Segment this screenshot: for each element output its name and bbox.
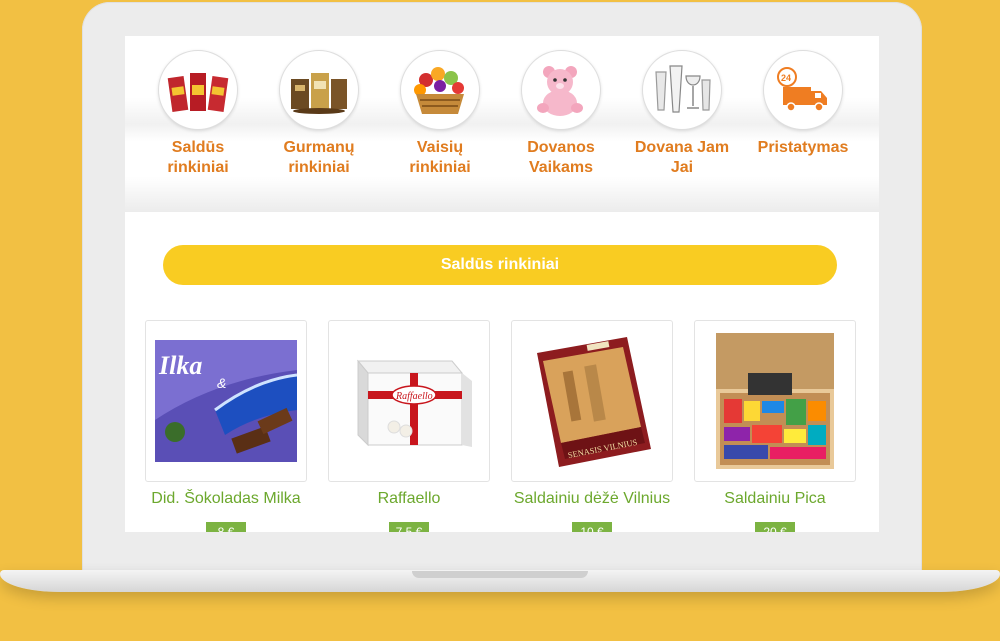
glassware-icon	[642, 50, 722, 130]
fruit-basket-icon	[400, 50, 480, 130]
category-label-line1: Gurmanų	[283, 139, 355, 156]
category-label-line1: Dovana Jam	[634, 139, 730, 156]
website-screen: Saldūs rinkiniai Gurmanų rinkiniai Vaisi…	[125, 36, 879, 532]
product-image-raffaello[interactable]: Raffaello	[328, 320, 490, 482]
category-label-line1: Saldūs	[171, 139, 225, 156]
category-gurmanu-rinkiniai[interactable]: Gurmanų rinkiniai	[259, 50, 379, 178]
category-dovanos-vaikams[interactable]: Dovanos Vaikams	[501, 50, 621, 178]
gourmet-set-icon	[279, 50, 359, 130]
delivery-truck-icon: 24	[763, 50, 843, 130]
category-label-line1: Dovanos	[527, 139, 595, 156]
product-image-pica[interactable]	[694, 320, 856, 482]
category-vaisiu-rinkiniai[interactable]: Vaisių rinkiniai	[380, 50, 500, 178]
category-dovana-jam-jai[interactable]: Dovana Jam Jai	[622, 50, 742, 178]
product-price: 7.5 €	[389, 522, 429, 532]
svg-text:Raffaello: Raffaello	[395, 391, 433, 402]
product-image-milka[interactable]: Ilka &	[145, 320, 307, 482]
category-label-line2: Vaikams	[528, 159, 594, 176]
product-image-vilnius[interactable]: SENASIS VILNIUS	[511, 320, 673, 482]
product-price: 10 €	[572, 522, 612, 532]
category-saldus-rinkiniai[interactable]: Saldūs rinkiniai	[138, 50, 258, 178]
product-card-vilnius[interactable]: SENASIS VILNIUS Saldainiu dėžė Vilnius 1…	[511, 320, 673, 532]
svg-text:&: &	[217, 375, 226, 391]
product-name[interactable]: Saldainiu Pica	[694, 490, 856, 508]
teddy-bear-icon	[521, 50, 601, 130]
section-title-banner: Saldūs rinkiniai	[163, 245, 837, 285]
svg-text:Ilka: Ilka	[158, 351, 202, 380]
product-card-pica[interactable]: Saldainiu Pica 20 €	[694, 320, 856, 532]
product-name[interactable]: Raffaello	[328, 490, 490, 508]
category-bar: Saldūs rinkiniai Gurmanų rinkiniai Vaisi…	[125, 36, 879, 212]
svg-text:24: 24	[781, 73, 791, 83]
product-card-raffaello[interactable]: Raffaello Raffaello 7.5 €	[328, 320, 490, 532]
category-label-line1: Pristatymas	[757, 139, 849, 156]
category-label-line2: rinkiniai	[288, 159, 350, 176]
category-label-line1: Vaisių	[416, 139, 464, 156]
product-price: 8 €	[206, 522, 246, 532]
category-label-line2: Jai	[670, 159, 694, 176]
category-pristatymas[interactable]: 24 Pristatymas	[743, 50, 863, 158]
product-name[interactable]: Saldainiu dėžė Vilnius	[511, 490, 673, 508]
product-card-milka[interactable]: Ilka & Did. Šokoladas Milka 8 €	[145, 320, 307, 532]
category-label-line2: rinkiniai	[167, 159, 229, 176]
category-label-line2: rinkiniai	[409, 159, 471, 176]
chocolate-box-icon	[158, 50, 238, 130]
laptop-notch	[412, 571, 588, 578]
product-price: 20 €	[755, 522, 795, 532]
product-name[interactable]: Did. Šokoladas Milka	[145, 490, 307, 508]
